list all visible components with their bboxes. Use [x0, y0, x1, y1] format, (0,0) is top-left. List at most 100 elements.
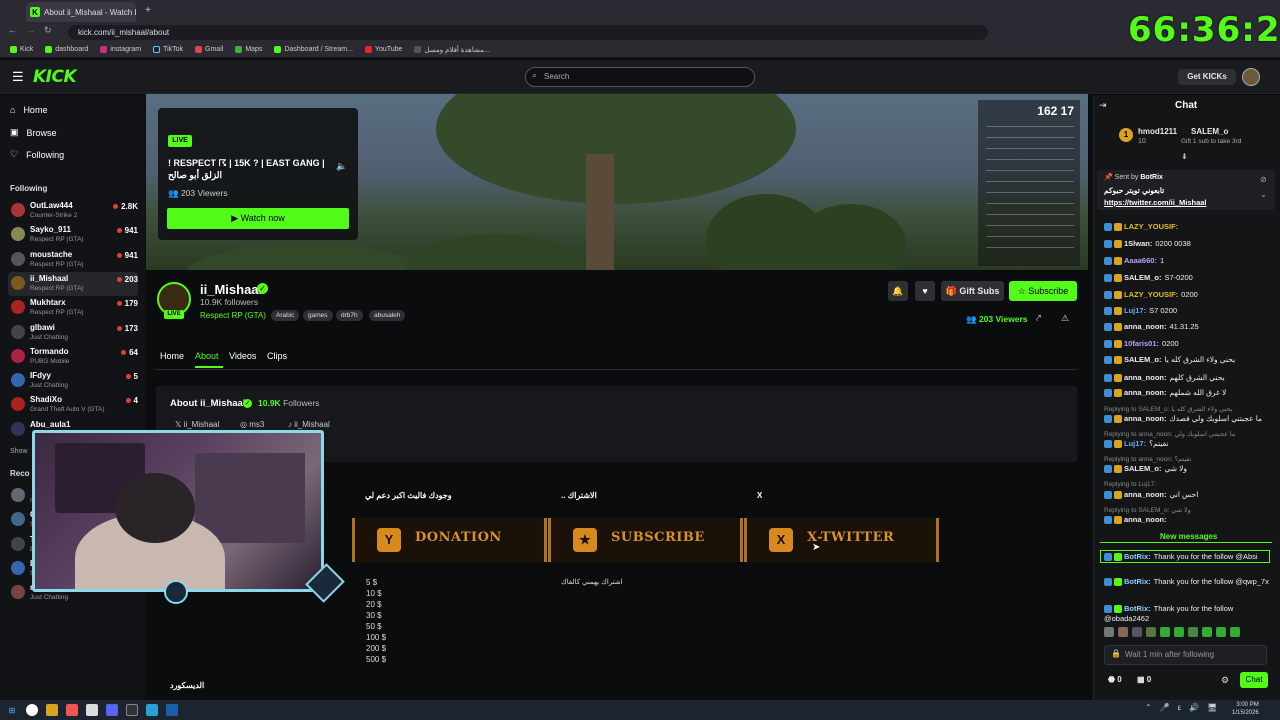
- pin-icon: 📌: [1104, 174, 1115, 181]
- tag-games[interactable]: games: [303, 310, 333, 321]
- chrome-icon[interactable]: [26, 704, 38, 716]
- pinned-link[interactable]: https://twitter.com/ii_Mishaal: [1104, 198, 1207, 207]
- app-icon[interactable]: [126, 704, 138, 716]
- donation-panel[interactable]: Y DONATION: [352, 518, 547, 562]
- heart-icon: ♡: [10, 149, 19, 159]
- donation-amount: 20 $: [366, 600, 382, 609]
- report-icon[interactable]: ⚠: [1061, 313, 1069, 324]
- viewer-count: 5: [126, 372, 138, 381]
- sidebar-channel[interactable]: Sayko_911 Respect RP (GTA) 941: [8, 223, 138, 247]
- social-x-link[interactable]: 𝕏 ii_Mishaal: [175, 420, 219, 429]
- bookmark-youtube[interactable]: YouTube: [364, 46, 402, 53]
- bookmark-instagram[interactable]: instagram: [100, 46, 141, 53]
- reload-icon[interactable]: ↻: [44, 25, 52, 36]
- bookmark-tiktok[interactable]: TikTok: [153, 46, 183, 53]
- forward-icon[interactable]: →: [26, 25, 35, 35]
- twitter-panel[interactable]: X X-TWITTER: [744, 518, 939, 562]
- chat-username: Aaaa660:: [1124, 256, 1157, 265]
- discord-icon[interactable]: [106, 704, 118, 716]
- bookmark-gmail[interactable]: Gmail: [195, 46, 223, 53]
- donation-panel-title: وجودك فاليث اكبر دعم لي: [365, 491, 452, 500]
- lock-icon: 🔒: [1111, 649, 1121, 658]
- donation-icon: Y: [377, 528, 401, 552]
- notification-bell-button[interactable]: 🔔: [888, 281, 908, 301]
- subscribe-panel[interactable]: ★ SUBSCRIBE: [548, 518, 743, 562]
- emote-bar[interactable]: [1104, 627, 1270, 639]
- search-input[interactable]: Search: [525, 67, 755, 87]
- menu-icon[interactable]: ☰: [12, 69, 24, 85]
- follow-button[interactable]: ♥: [915, 281, 935, 301]
- bookmark-dashboard-stream[interactable]: Dashboard / Stream...: [274, 46, 353, 53]
- new-messages-label: New messages: [1157, 532, 1221, 541]
- sidebar-item-following[interactable]: ♡ Following: [10, 149, 64, 160]
- mouse-cursor-icon: ➤: [812, 542, 821, 553]
- sidebar-channel[interactable]: Mukhtarx Respect RP (GTA) 179: [8, 296, 138, 320]
- system-clock[interactable]: 3:00 PM 1/15/2026: [1232, 701, 1259, 717]
- back-icon[interactable]: ←: [8, 25, 17, 35]
- sidebar-channel[interactable]: Tormando PUBG Mobile 64: [8, 345, 138, 369]
- watch-now-button[interactable]: ▶ Watch now: [167, 208, 349, 229]
- bookmark-maps[interactable]: Maps: [235, 46, 262, 53]
- tab-clips[interactable]: Clips: [267, 351, 287, 361]
- bookmarks-bar: Kick dashboard instagram TikTok Gmail Ma…: [0, 42, 1280, 58]
- tab-home[interactable]: Home: [160, 351, 184, 361]
- chat-input[interactable]: Wait 1 min after following: [1104, 645, 1267, 665]
- bookmark-movies[interactable]: مشاهدة أفلام ومسل...: [414, 46, 490, 54]
- app-icon[interactable]: [86, 704, 98, 716]
- send-chat-button[interactable]: Chat: [1240, 672, 1268, 688]
- bookmark-kick[interactable]: Kick: [10, 46, 33, 53]
- tab-about[interactable]: About: [195, 351, 219, 361]
- share-icon[interactable]: ⤤: [1036, 313, 1041, 324]
- tag-drb7h[interactable]: drb7h: [336, 310, 363, 321]
- home-icon: ⌂: [10, 105, 16, 115]
- tab-videos[interactable]: Videos: [229, 351, 256, 361]
- bookmark-dashboard[interactable]: dashboard: [45, 46, 88, 53]
- show-more-link[interactable]: Show: [10, 448, 28, 455]
- sidebar-channel[interactable]: IFdyy Just Chatting 5: [8, 369, 138, 393]
- sidebar-channel[interactable]: OutLaw444 Counter-Strike 2 2.8K: [8, 199, 138, 223]
- gear-icon[interactable]: ⚙: [1221, 675, 1229, 686]
- chat-username: LAZY_YOUSIF:: [1124, 222, 1179, 231]
- social-tiktok-link[interactable]: ♪ ii_Mishaal: [288, 420, 330, 429]
- os-taskbar: ⊞: [0, 700, 1280, 720]
- sidebar-item-home[interactable]: ⌂ Home: [10, 105, 47, 115]
- volume-icon[interactable]: 🔈: [336, 161, 347, 172]
- expand-icon[interactable]: ⇟: [1181, 152, 1188, 161]
- subscribe-button[interactable]: ☆ Subscribe: [1009, 281, 1077, 301]
- second-gifter-name: SALEM_o: [1191, 127, 1229, 136]
- app-icon[interactable]: [66, 704, 78, 716]
- channel-name: glbawi: [30, 322, 55, 332]
- sidebar-channel[interactable]: moustache Respect RP (GTA) 941: [8, 248, 138, 272]
- browser-tab[interactable]: K About ii_Mishaal - Watch L: [26, 2, 136, 22]
- url-bar[interactable]: kick.com/ii_mishaal/about: [68, 25, 988, 40]
- chevron-down-icon[interactable]: ⌄: [1260, 190, 1267, 199]
- windows-start-icon[interactable]: ⊞: [6, 704, 18, 716]
- x-icon: 𝕏: [175, 420, 184, 429]
- stream-leaderboard-overlay: 162 17: [978, 100, 1080, 266]
- new-tab-icon[interactable]: +: [145, 5, 151, 16]
- browse-icon: ▣: [10, 127, 19, 137]
- channel-name: moustache: [30, 249, 73, 259]
- file-explorer-icon[interactable]: [46, 704, 58, 716]
- channel-avatar: [11, 348, 25, 363]
- sidebar-item-browse[interactable]: ▣ Browse: [10, 127, 57, 138]
- pinned-text: تابعوني تويتر حبوكم: [1104, 186, 1165, 195]
- channel-category[interactable]: Respect RP (GTA): [200, 311, 266, 320]
- sidebar-channel[interactable]: ii_Mishaal Respect RP (GTA) 203: [8, 271, 138, 296]
- sidebar-channel[interactable]: ShadiXo Grand Theft Auto V (GTA) 4: [8, 393, 138, 417]
- tag-abusaleh[interactable]: abusaleh: [369, 310, 406, 321]
- badge-icon: [1104, 578, 1112, 587]
- channel-name: ii_Mishaal: [30, 273, 69, 283]
- kick-logo[interactable]: KICK: [33, 67, 77, 87]
- unpin-icon[interactable]: ⊘: [1260, 175, 1267, 184]
- sidebar-channel[interactable]: glbawi Just Chatting 173: [8, 321, 138, 345]
- social-discord-link[interactable]: ◎ ms3: [240, 420, 264, 429]
- user-avatar[interactable]: [1242, 68, 1260, 86]
- collapse-chat-icon[interactable]: ⇥: [1099, 100, 1107, 111]
- system-tray-icons[interactable]: ⌃🎤ε🔊🖥: [1145, 703, 1225, 712]
- gift-subs-button[interactable]: 🎁 Gift Subs: [941, 281, 1004, 301]
- app-icon[interactable]: [166, 704, 178, 716]
- tag-arabic[interactable]: Arabic: [271, 310, 300, 321]
- get-kicks-button[interactable]: Get KICKs: [1178, 69, 1236, 85]
- telegram-icon[interactable]: [146, 704, 158, 716]
